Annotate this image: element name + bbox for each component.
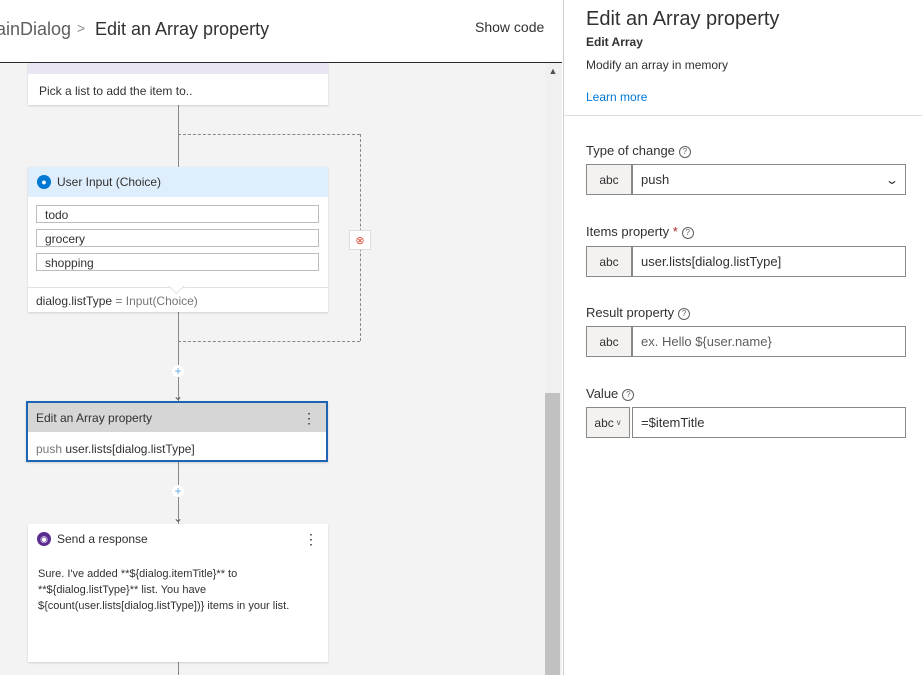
chevron-down-icon: ∨ [615,418,622,427]
flow-canvas[interactable]: + ⌄ + ⌄ ⊗ Pick a list to add the item to… [0,63,562,675]
items-property-input[interactable]: user.lists[dialog.listType] [632,246,906,277]
help-circle-icon[interactable]: ? [678,146,691,158]
result-property-input[interactable]: ex. Hello ${user.name} [632,326,906,357]
add-step-button[interactable]: + [172,485,184,497]
card-body: push user.lists[dialog.listType] [36,442,195,456]
card-header: ◉ Send a response ⋮ [28,524,328,554]
type-indicator: abc [586,164,632,195]
field-label-text: Type of change [586,143,675,158]
branch-connector [178,341,360,342]
scrollbar-thumb[interactable] [545,393,560,675]
value-input[interactable]: =$itemTitle [632,407,906,438]
type-indicator: abc [586,246,632,277]
properties-panel: Edit an Array property Edit Array Modify… [563,0,922,675]
card-footer: dialog.listType = Input(Choice) [36,294,198,308]
divider-notch [168,278,185,295]
user-input-choice-card[interactable]: ● User Input (Choice) todo grocery shopp… [28,167,328,312]
array-action: push [36,442,63,456]
choice-option: todo [36,205,319,223]
branch-connector [178,134,360,135]
type-of-change-dropdown[interactable]: push ⌄ [632,164,906,195]
field-label-text: Items property [586,224,670,239]
breadcrumb-dialog[interactable]: ainDialog [0,19,71,40]
card-title: Edit an Array property [36,410,153,425]
flow-step-card[interactable]: Pick a list to add the item to.. [28,63,328,105]
card-title: Send a response [57,532,148,546]
card-header: ● User Input (Choice) [28,167,328,197]
chat-bot-icon: ◉ [37,532,51,546]
stop-circle-icon[interactable]: ⊗ [349,230,371,250]
card-text: Pick a list to add the item to.. [39,84,193,98]
field-label-text: Value [586,386,619,401]
panel-title: Edit an Array property [586,8,780,30]
response-text: Sure. I've added **${dialog.itemTitle}**… [38,568,290,612]
help-circle-icon[interactable]: ? [678,308,691,320]
dropdown-value: push [641,172,670,187]
value-label: Value? [586,386,635,401]
connector-line [178,312,179,401]
connector-line [178,105,179,167]
card-header: Edit an Array property ⋮ [28,403,326,432]
help-circle-icon[interactable]: ? [622,389,635,401]
output-property: dialog.listType [36,294,113,308]
more-menu-icon[interactable]: ⋮ [304,531,318,548]
more-menu-icon[interactable]: ⋮ [302,410,316,427]
choice-option: grocery [36,229,319,247]
learn-more-link[interactable]: Learn more [586,90,647,104]
panel-subtitle: Edit Array [586,35,643,49]
editor-header: ainDialog > Edit an Array property Show … [0,0,562,63]
field-label-text: Result property [586,305,675,320]
type-of-change-label: Type of change? [586,143,691,158]
choice-option: shopping [36,253,319,271]
card-title: User Input (Choice) [57,175,162,189]
edit-array-card[interactable]: Edit an Array property ⋮ push user.lists… [26,401,328,462]
help-circle-icon[interactable]: ? [681,227,694,239]
panel-description: Modify an array in memory [586,58,729,72]
show-code-button[interactable]: Show code [475,19,544,35]
items-property-label: Items property *? [586,224,694,239]
arrow-down-icon: ⌄ [173,511,184,525]
send-response-card[interactable]: ◉ Send a response ⋮ Sure. I've added **$… [28,524,328,662]
array-property: user.lists[dialog.listType] [65,442,195,456]
divider [564,115,922,116]
person-icon: ● [37,175,51,189]
result-property-label: Result property? [586,305,691,320]
equals-sign: = [115,294,123,308]
required-mark: * [672,224,678,239]
breadcrumb-separator-icon: > [77,20,86,36]
type-selector-value: abc [594,415,614,430]
connector-line [178,662,179,675]
scroll-up-arrow-icon[interactable]: ▲ [546,66,560,76]
output-value: Input(Choice) [125,294,198,308]
type-selector[interactable]: abc ∨ [586,407,630,438]
type-indicator: abc [586,326,632,357]
breadcrumb-current: Edit an Array property [95,19,270,39]
card-header [28,63,328,74]
chevron-down-icon: ⌄ [884,173,900,187]
add-step-button[interactable]: + [172,365,184,377]
